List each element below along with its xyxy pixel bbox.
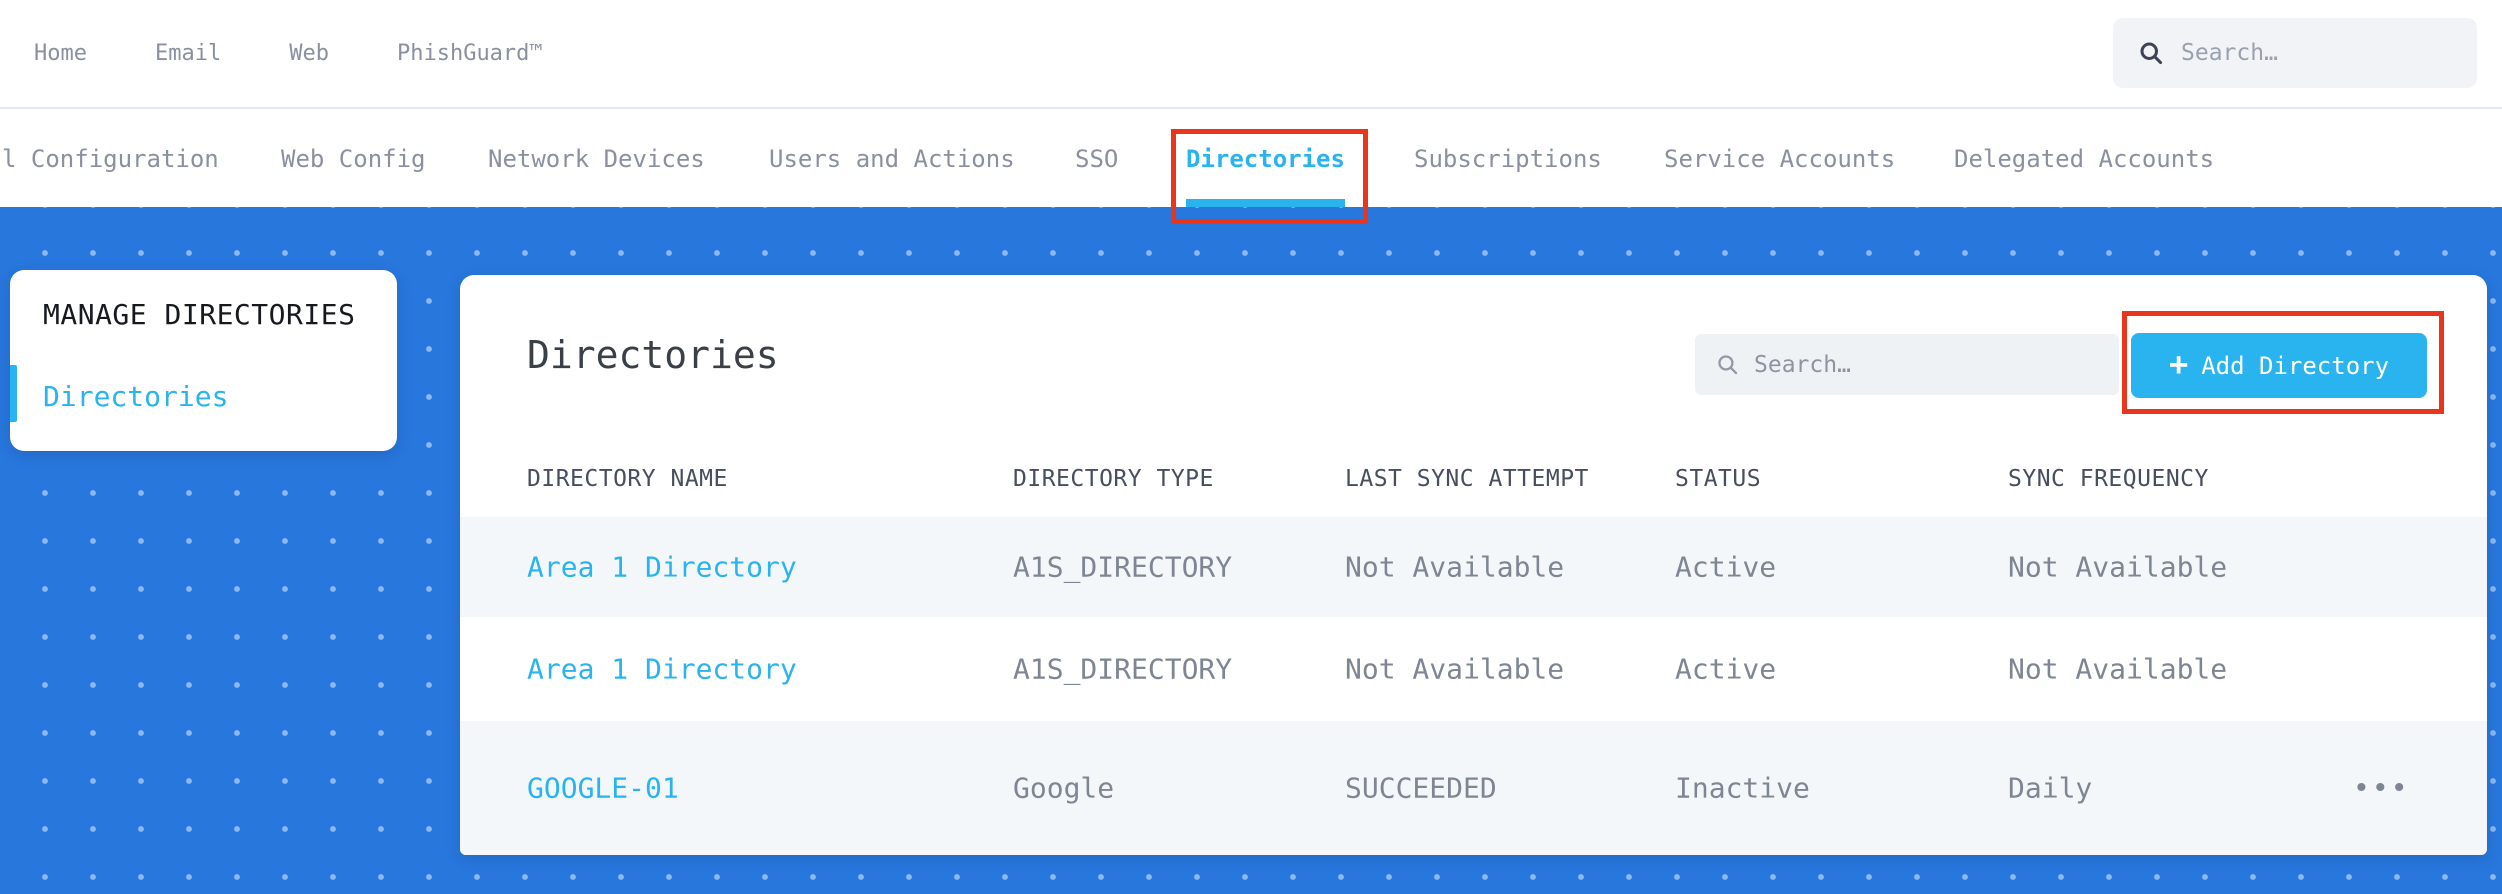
directory-type-cell: A1S_DIRECTORY <box>1013 652 1233 686</box>
last-sync-cell: SUCCEEDED <box>1345 771 1497 805</box>
col-directory-name: DIRECTORY NAME <box>527 466 728 492</box>
nav-item-web[interactable]: Web <box>289 41 329 66</box>
sidebar-item-directories[interactable]: Directories <box>43 380 228 413</box>
search-icon <box>2137 39 2165 67</box>
table-search-input[interactable] <box>1754 351 2119 378</box>
table-row: Area 1 Directory A1S_DIRECTORY Not Avail… <box>460 517 2487 617</box>
add-directory-label: Add Directory <box>2201 351 2390 380</box>
row-actions-ellipsis-icon[interactable]: ••• <box>2353 772 2410 805</box>
sync-frequency-cell: Not Available <box>2008 652 2228 686</box>
search-icon <box>1715 352 1740 377</box>
directory-type-cell: A1S_DIRECTORY <box>1013 550 1233 584</box>
table-search <box>1695 334 2119 395</box>
plus-icon: + <box>2168 345 2189 383</box>
sidebar-heading: MANAGE DIRECTORIES <box>43 298 356 331</box>
global-search-input[interactable] <box>2181 40 2477 66</box>
active-tab-underline <box>1186 199 1345 207</box>
tab-web-config[interactable]: Web Config <box>281 111 426 207</box>
page-title: Directories <box>527 333 779 377</box>
directory-name-link[interactable]: GOOGLE-01 <box>527 772 679 805</box>
last-sync-cell: Not Available <box>1345 550 1565 584</box>
nav-item-email[interactable]: Email <box>155 41 221 66</box>
active-item-indicator <box>10 365 17 422</box>
tab-delegated-accounts[interactable]: Delegated Accounts <box>1954 111 2214 207</box>
last-sync-cell: Not Available <box>1345 652 1565 686</box>
col-last-sync-attempt: LAST SYNC ATTEMPT <box>1345 466 1589 492</box>
status-cell: Active <box>1675 550 1777 584</box>
table-header-row: DIRECTORY NAME DIRECTORY TYPE LAST SYNC … <box>460 451 2487 507</box>
status-cell: Active <box>1675 652 1777 686</box>
add-directory-button[interactable]: + Add Directory <box>2131 333 2427 398</box>
nav-item-home[interactable]: Home <box>34 41 87 66</box>
directory-name-link[interactable]: Area 1 Directory <box>527 653 797 686</box>
table-row: Area 1 Directory A1S_DIRECTORY Not Avail… <box>460 617 2487 721</box>
tab-directories-label: Directories <box>1186 145 1345 173</box>
tab-service-accounts[interactable]: Service Accounts <box>1664 111 1895 207</box>
table-row: GOOGLE-01 Google SUCCEEDED Inactive Dail… <box>460 721 2487 855</box>
directory-type-cell: Google <box>1013 771 1115 805</box>
nav-item-phishguard[interactable]: PhishGuard™ <box>397 41 543 66</box>
topbar: Home Email Web PhishGuard™ <box>0 0 2502 109</box>
workspace-background: MANAGE DIRECTORIES Directories Directori… <box>0 207 2502 894</box>
page: Home Email Web PhishGuard™ l Configurati… <box>0 0 2502 894</box>
col-directory-type: DIRECTORY TYPE <box>1013 466 1214 492</box>
tab-users-and-actions[interactable]: Users and Actions <box>769 111 1015 207</box>
tab-email-configuration[interactable]: l Configuration <box>2 111 219 207</box>
directory-name-link[interactable]: Area 1 Directory <box>527 551 797 584</box>
directories-card: Directories + Add Directory DIRECTORY NA… <box>460 275 2487 855</box>
col-sync-frequency: SYNC FREQUENCY <box>2008 466 2209 492</box>
secondary-nav: l Configuration Web Config Network Devic… <box>0 111 2502 207</box>
tab-network-devices[interactable]: Network Devices <box>488 111 705 207</box>
sync-frequency-cell: Not Available <box>2008 550 2228 584</box>
sync-frequency-cell: Daily <box>2008 771 2093 805</box>
tab-sso[interactable]: SSO <box>1075 111 1118 207</box>
status-cell: Inactive <box>1675 771 1810 805</box>
global-search <box>2113 18 2477 88</box>
primary-nav: Home Email Web PhishGuard™ <box>34 0 543 107</box>
tab-subscriptions[interactable]: Subscriptions <box>1414 111 1602 207</box>
tab-directories[interactable]: Directories <box>1186 111 1345 207</box>
manage-directories-card: MANAGE DIRECTORIES Directories <box>10 270 397 451</box>
col-status: STATUS <box>1675 466 1762 492</box>
